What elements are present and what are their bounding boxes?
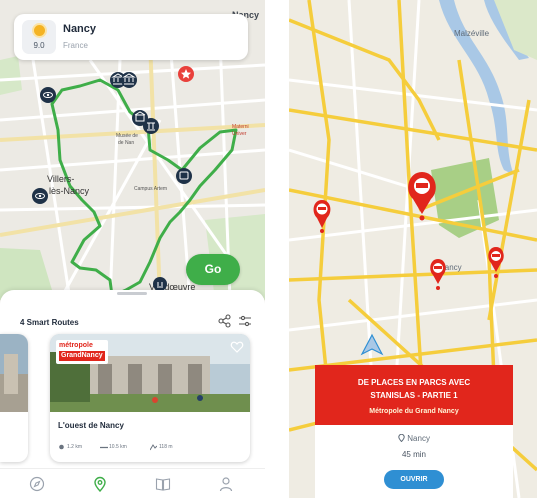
smart-routes-sheet: 4 Smart Routes métropole GrandNancy L'ou… [0, 290, 265, 498]
route-stats: 1.2 km 10.5 km 118 m [58, 443, 248, 453]
map-label-museum-line2: de Nan [118, 140, 134, 146]
book-icon[interactable] [155, 476, 171, 492]
metropole-logo-line2: GrandNancy [59, 351, 105, 361]
right-phone-screen: Malzéville Nancy DE PLACES EN PARCS AVEC… [289, 0, 537, 498]
filter-icon[interactable] [238, 314, 252, 328]
star-icon[interactable] [178, 66, 194, 82]
city-card[interactable]: 9.0 Nancy France [14, 14, 248, 60]
distance-icon [100, 446, 108, 449]
route-title-line1: DE PLACES EN PARCS AVEC [357, 378, 471, 387]
city-name: Nancy [63, 23, 97, 35]
map-label-villers-2: lès-Nancy [49, 186, 90, 196]
map-label-maternite-line2: Univer [232, 131, 247, 137]
monument-icon[interactable] [153, 277, 167, 291]
map-label-maternite-line1: Materni [232, 124, 249, 130]
route-city-label: Nancy [407, 434, 430, 443]
map-label-campus: Campus Artem [134, 186, 167, 192]
go-button[interactable]: Go [186, 254, 240, 285]
location-pin-icon [398, 433, 405, 443]
route-details: Nancy 45 min OUVRIR [315, 425, 513, 498]
eye-icon[interactable] [40, 87, 56, 103]
stat-distance-2-value: 10.5 km [109, 444, 127, 450]
metropole-logo-line1: métropole [59, 342, 93, 349]
left-phone-screen: Nancy Musée de de Nan Villers- lès-Nancy… [0, 0, 265, 498]
route-info-panel[interactable]: DE PLACES EN PARCS AVEC STANISLAS - PART… [315, 365, 513, 498]
open-button[interactable]: OUVRIR [384, 470, 444, 489]
map-label-villers-1: Villers- [47, 174, 74, 184]
sun-icon [34, 25, 45, 36]
bottom-tab-bar [0, 468, 265, 498]
stat-distance-1-value: 1.2 km [67, 444, 83, 450]
city-country: France [63, 41, 88, 50]
route-card-previous[interactable] [0, 334, 28, 462]
smart-routes-title: 4 Smart Routes [20, 318, 79, 327]
user-icon[interactable] [218, 476, 234, 492]
eye-icon[interactable] [32, 188, 48, 204]
heart-icon[interactable] [230, 340, 244, 354]
route-title: DE PLACES EN PARCS AVEC STANISLAS - PART… [315, 376, 513, 402]
metropole-logo: métropole GrandNancy [56, 340, 108, 364]
bus-icon[interactable] [176, 168, 192, 184]
museum-icon[interactable] [121, 72, 137, 88]
route-card-title: L'ouest de Nancy [58, 421, 124, 430]
route-card[interactable]: métropole GrandNancy L'ouest de Nancy 1.… [50, 334, 250, 462]
share-icon[interactable] [218, 314, 232, 328]
temperature: 9.0 [33, 41, 45, 50]
map-label-museum-line1: Musée de [116, 133, 138, 139]
monument-icon[interactable] [143, 118, 159, 134]
drag-handle[interactable] [117, 292, 147, 295]
location-icon [59, 444, 64, 450]
route-card-previous-photo [0, 334, 28, 412]
route-city: Nancy [315, 433, 513, 443]
map-label-malzeville: Malzéville [454, 29, 490, 38]
compass-icon[interactable] [29, 476, 45, 492]
weather-widget: 9.0 [22, 20, 56, 54]
route-header: DE PLACES EN PARCS AVEC STANISLAS - PART… [315, 365, 513, 425]
route-duration: 45 min [401, 450, 426, 459]
route-title-line2: STANISLAS - PARTIE 1 [370, 391, 458, 400]
map-pin-icon[interactable] [92, 476, 108, 492]
route-organizer: Métropole du Grand Nancy [369, 408, 459, 415]
elevation-icon [150, 444, 157, 451]
stat-elevation-value: 118 m [159, 444, 173, 450]
